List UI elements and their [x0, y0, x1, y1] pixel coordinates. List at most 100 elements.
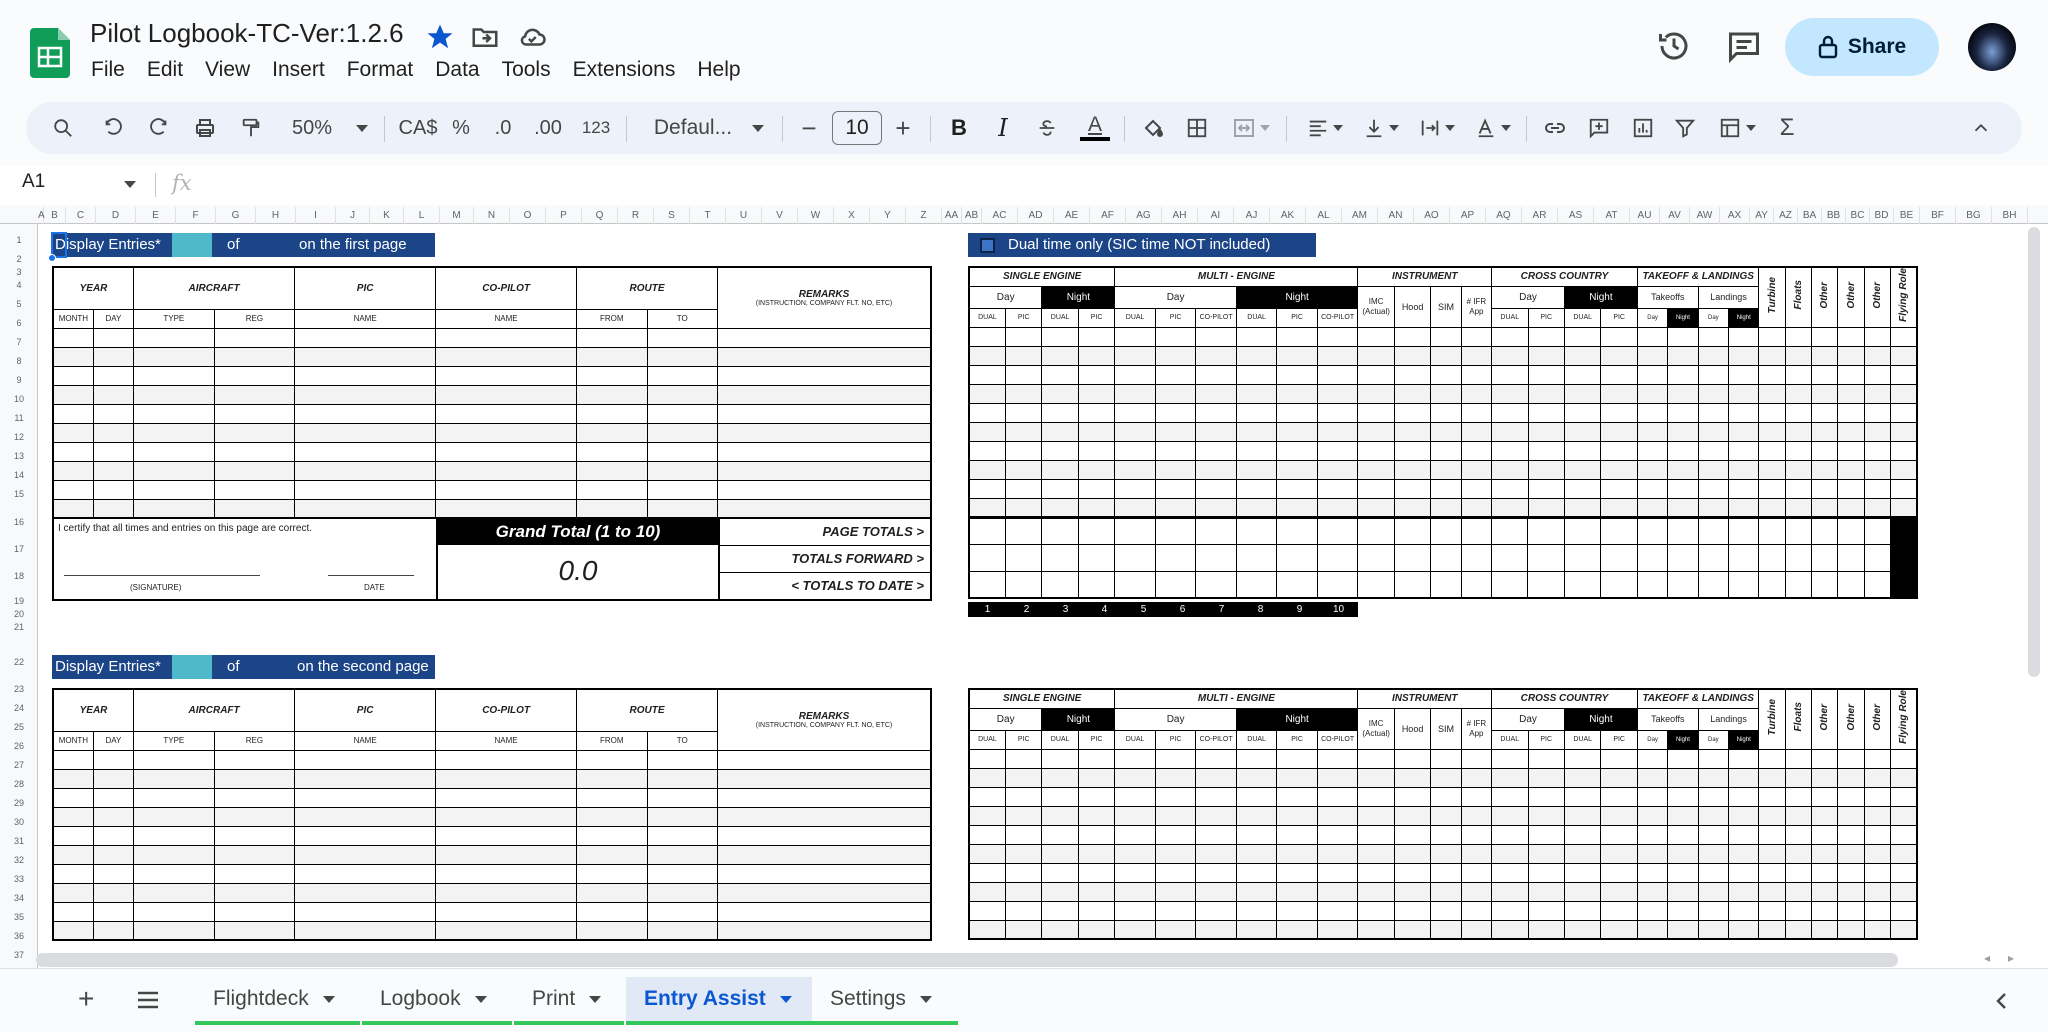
entry-cell[interactable] — [213, 384, 296, 405]
total-cell[interactable] — [1563, 570, 1602, 599]
entry-cell[interactable] — [1667, 326, 1699, 347]
entry-cell[interactable] — [1114, 843, 1156, 864]
entry-cell[interactable] — [1077, 383, 1116, 404]
row-header[interactable]: 27 — [0, 760, 38, 770]
entry-cell[interactable] — [1527, 364, 1565, 385]
total-cell[interactable] — [1863, 544, 1891, 572]
entry-cell[interactable] — [1667, 805, 1699, 826]
entry-cell[interactable] — [1728, 402, 1760, 423]
entry-cell[interactable] — [133, 346, 215, 367]
entry-cell[interactable] — [1316, 497, 1359, 518]
entry-cell[interactable] — [968, 402, 1006, 423]
entry-cell[interactable] — [213, 882, 296, 903]
row-header[interactable]: 33 — [0, 874, 38, 884]
entry-cell[interactable] — [133, 863, 215, 884]
tab-settings[interactable]: Settings — [812, 977, 958, 1025]
total-cell[interactable] — [1784, 570, 1812, 599]
row-header[interactable]: 15 — [0, 489, 38, 499]
entry-cell[interactable] — [294, 863, 437, 884]
entry-cell[interactable] — [1697, 497, 1730, 518]
entry-cell[interactable] — [1600, 843, 1638, 864]
entry-cell[interactable] — [646, 403, 719, 424]
entry-cell[interactable] — [294, 901, 437, 922]
menu-help[interactable]: Help — [686, 56, 751, 84]
entry-cell[interactable] — [92, 327, 135, 348]
total-cell[interactable] — [1154, 570, 1197, 599]
entries-from-input[interactable] — [172, 655, 212, 679]
row-header[interactable]: 37 — [0, 950, 38, 960]
entry-cell[interactable] — [1235, 881, 1278, 902]
entry-cell[interactable] — [1728, 383, 1760, 404]
column-header[interactable]: AD — [1018, 207, 1054, 224]
entry-cell[interactable] — [1004, 383, 1043, 404]
total-cell[interactable] — [1636, 570, 1669, 599]
entry-cell[interactable] — [52, 901, 94, 922]
entry-cell[interactable] — [52, 498, 94, 519]
entry-cell[interactable] — [1863, 345, 1892, 366]
entry-cell[interactable] — [1863, 497, 1892, 518]
row-header[interactable]: 14 — [0, 470, 38, 480]
entry-cell[interactable] — [646, 787, 719, 808]
italic-button[interactable]: I — [988, 102, 1018, 154]
entry-cell[interactable] — [294, 479, 437, 500]
entry-cell[interactable] — [1600, 364, 1638, 385]
entry-cell[interactable] — [1600, 767, 1638, 788]
entry-cell[interactable] — [1430, 478, 1462, 499]
all-sheets-icon[interactable] — [136, 989, 160, 1011]
tab-menu-icon[interactable] — [474, 995, 487, 1003]
total-cell[interactable] — [1460, 544, 1492, 572]
entry-cell[interactable] — [717, 806, 932, 827]
entry-cell[interactable] — [1276, 748, 1318, 769]
entry-cell[interactable] — [1563, 919, 1602, 940]
entry-cell[interactable] — [1235, 919, 1278, 940]
entry-cell[interactable] — [576, 422, 648, 443]
entry-cell[interactable] — [1667, 345, 1699, 366]
entry-cell[interactable] — [1004, 900, 1043, 921]
entry-cell[interactable] — [1784, 440, 1813, 461]
entry-cell[interactable] — [1276, 843, 1318, 864]
entry-cell[interactable] — [92, 460, 135, 481]
entry-cell[interactable] — [576, 365, 648, 386]
entry-cell[interactable] — [1235, 786, 1278, 807]
entry-cell[interactable] — [1491, 786, 1529, 807]
total-cell[interactable] — [1527, 570, 1565, 599]
entry-cell[interactable] — [1863, 748, 1892, 769]
column-header[interactable]: AW — [1690, 207, 1720, 224]
entry-cell[interactable] — [1276, 786, 1318, 807]
entry-cell[interactable] — [1890, 459, 1918, 480]
entry-cell[interactable] — [1728, 748, 1760, 769]
entry-cell[interactable] — [1195, 919, 1237, 940]
entry-cell[interactable] — [646, 806, 719, 827]
entry-cell[interactable] — [1154, 786, 1197, 807]
entry-cell[interactable] — [717, 749, 932, 770]
entry-cell[interactable] — [1527, 478, 1565, 499]
entry-cell[interactable] — [1563, 326, 1602, 347]
total-cell[interactable] — [1563, 517, 1602, 546]
entry-cell[interactable] — [1600, 862, 1638, 883]
entry-cell[interactable] — [435, 787, 578, 808]
entry-cell[interactable] — [1758, 326, 1786, 347]
entry-cell[interactable] — [213, 806, 296, 827]
row-header[interactable]: 31 — [0, 836, 38, 846]
entry-cell[interactable] — [1114, 767, 1156, 788]
entry-cell[interactable] — [1890, 345, 1918, 366]
entry-cell[interactable] — [1004, 497, 1043, 518]
entry-cell[interactable] — [1697, 843, 1730, 864]
entry-cell[interactable] — [1235, 440, 1278, 461]
entry-cell[interactable] — [1697, 824, 1730, 845]
entry-cell[interactable] — [92, 882, 135, 903]
entry-cell[interactable] — [1890, 326, 1918, 347]
entry-cell[interactable] — [1728, 862, 1760, 883]
entry-cell[interactable] — [1636, 364, 1669, 385]
total-cell[interactable] — [1837, 544, 1865, 572]
entry-cell[interactable] — [1636, 786, 1669, 807]
entry-cell[interactable] — [646, 768, 719, 789]
entry-cell[interactable] — [1563, 459, 1602, 480]
entry-cell[interactable] — [1195, 478, 1237, 499]
decrease-font-size-icon[interactable]: − — [794, 102, 824, 154]
entry-cell[interactable] — [1460, 748, 1493, 769]
entry-cell[interactable] — [1460, 497, 1493, 518]
row-header[interactable]: 26 — [0, 741, 38, 751]
entry-cell[interactable] — [717, 422, 932, 443]
entry-cell[interactable] — [1667, 383, 1699, 404]
